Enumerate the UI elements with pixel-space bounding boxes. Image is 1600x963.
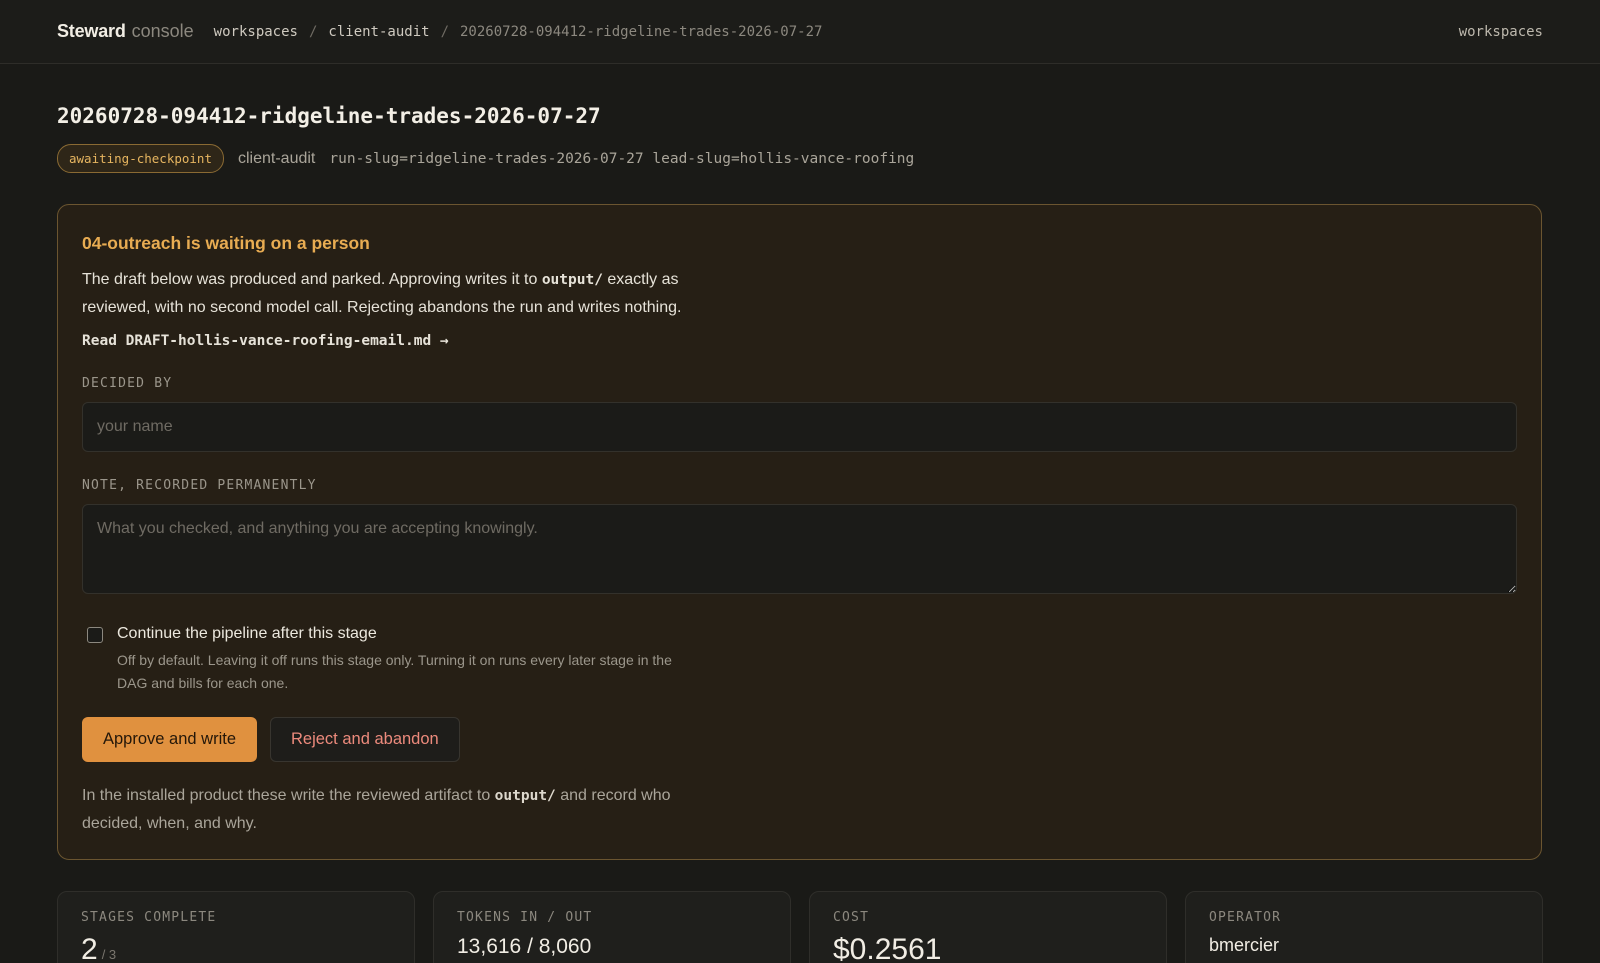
run-meta: awaiting-checkpoint client-audit run-slu…: [57, 144, 914, 173]
checkpoint-heading: 04-outreach is waiting on a person: [82, 233, 370, 253]
continue-pipeline-checkbox[interactable]: [87, 627, 103, 643]
checkpoint-footnote: In the installed product these write the…: [82, 782, 722, 837]
continue-pipeline-option: Continue the pipeline after this stage O…: [82, 625, 1517, 695]
stages-total: / 3: [101, 947, 117, 962]
operator-value: bmercier: [1209, 935, 1280, 955]
stat-cost: COST $0.2561: [809, 891, 1167, 963]
stat-value: 2/ 3: [81, 933, 391, 963]
stat-label: TOKENS IN / OUT: [457, 910, 593, 925]
output-dir-code: output/: [494, 788, 556, 804]
stats-row: STAGES COMPLETE 2/ 3 TOKENS IN / OUT 13,…: [57, 891, 1543, 963]
note-textarea[interactable]: [82, 504, 1517, 594]
decision-buttons: Approve and write Reject and abandon: [82, 717, 1517, 762]
checkpoint-description: The draft below was produced and parked.…: [82, 266, 722, 321]
top-bar: Steward console workspaces / client-audi…: [0, 0, 1600, 64]
footnote-text: In the installed product these write the…: [82, 787, 495, 804]
decided-by-input[interactable]: [82, 402, 1517, 452]
status-badge: awaiting-checkpoint: [57, 144, 224, 173]
stat-stages: STAGES COMPLETE 2/ 3: [57, 891, 415, 963]
reject-button[interactable]: Reject and abandon: [270, 717, 460, 762]
brand-logo[interactable]: Steward console: [57, 21, 194, 42]
stat-label: OPERATOR: [1209, 910, 1282, 925]
desc-text: The draft below was produced and parked.…: [82, 271, 542, 288]
breadcrumb-separator: /: [308, 23, 318, 40]
cost-value: $0.2561: [833, 933, 942, 963]
stat-label: STAGES COMPLETE: [81, 910, 217, 925]
stat-operator: OPERATOR bmercier: [1185, 891, 1543, 963]
tokens-value: 13,616 / 8,060: [457, 935, 592, 958]
draft-file-link[interactable]: Read DRAFT-hollis-vance-roofing-email.md…: [82, 333, 449, 349]
stat-label: COST: [833, 910, 870, 925]
stages-complete-count: 2: [81, 933, 98, 963]
decided-by-label: DECIDED BY: [82, 376, 173, 391]
output-dir-code: output/: [541, 272, 603, 288]
continue-pipeline-help: Off by default. Leaving it off runs this…: [117, 652, 672, 691]
page-title: 20260728-094412-ridgeline-trades-2026-07…: [57, 104, 601, 128]
brand-name: Steward: [57, 21, 126, 41]
workspace-name: client-audit: [238, 149, 316, 167]
run-slugs: run-slug=ridgeline-trades-2026-07-27 lea…: [329, 150, 915, 167]
nav-workspaces-link[interactable]: workspaces: [1459, 24, 1543, 40]
note-label: NOTE, RECORDED PERMANENTLY: [82, 478, 317, 493]
breadcrumb-separator: /: [440, 23, 449, 40]
breadcrumb: workspaces / client-audit / 20260728-094…: [214, 24, 823, 40]
breadcrumb-workspace[interactable]: client-audit: [328, 24, 429, 40]
stat-tokens: TOKENS IN / OUT 13,616 / 8,060: [433, 891, 791, 963]
checkpoint-panel: 04-outreach is waiting on a person The d…: [57, 204, 1542, 860]
breadcrumb-current-run: 20260728-094412-ridgeline-trades-2026-07…: [460, 23, 823, 40]
breadcrumb-workspaces[interactable]: workspaces: [214, 24, 298, 40]
brand-subtitle: console: [131, 21, 194, 41]
approve-button[interactable]: Approve and write: [82, 717, 257, 762]
continue-pipeline-label[interactable]: Continue the pipeline after this stage: [117, 625, 697, 643]
